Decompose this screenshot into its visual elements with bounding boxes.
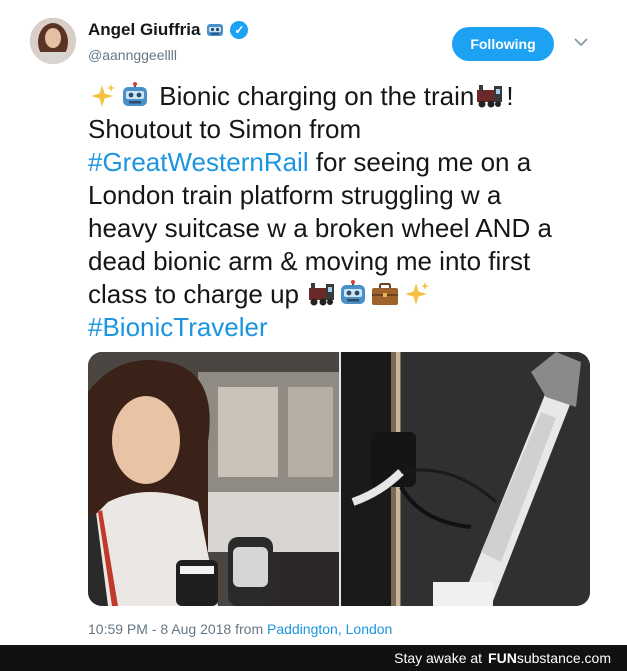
author-name[interactable]: Angel Giuffria bbox=[88, 20, 200, 40]
timestamp[interactable]: 10:59 PM - 8 Aug 2018 from bbox=[88, 621, 263, 637]
avatar[interactable] bbox=[30, 18, 76, 64]
sparkles-icon bbox=[402, 280, 432, 308]
verified-icon: ✓ bbox=[230, 21, 249, 39]
briefcase-icon bbox=[370, 280, 400, 308]
media-grid bbox=[88, 352, 590, 606]
watermark-brand-bold: FUN bbox=[488, 650, 517, 666]
author-name-row: Angel Giuffria ✓ bbox=[88, 20, 249, 40]
tweet-line-1-end: ! bbox=[506, 81, 514, 111]
location-link[interactable]: Paddington, London bbox=[267, 621, 392, 637]
chevron-down-icon[interactable] bbox=[572, 33, 590, 51]
tweet-line-6: dead bionic arm & moving me into first bbox=[88, 246, 531, 276]
tweet-line-3: for seeing me on a bbox=[308, 147, 532, 177]
hashtag-great-western-rail[interactable]: #GreatWesternRail bbox=[88, 147, 309, 177]
robot-icon bbox=[204, 20, 226, 40]
tweet-text: Bionic charging on the train ! Shoutout … bbox=[88, 80, 608, 344]
locomotive-icon bbox=[306, 280, 336, 308]
tweet-footer: 10:59 PM - 8 Aug 2018 from Paddington, L… bbox=[88, 621, 392, 637]
photo-bionic-arm[interactable] bbox=[341, 352, 590, 606]
sparkles-icon bbox=[88, 82, 118, 110]
robot-icon bbox=[120, 82, 150, 110]
tweet-line-7: class to charge up bbox=[88, 279, 300, 309]
author-handle[interactable]: @aannggeellll bbox=[88, 47, 177, 63]
following-button[interactable]: Following bbox=[452, 27, 554, 61]
tweet-card: Angel Giuffria ✓ @aannggeellll Following bbox=[0, 0, 627, 645]
locomotive-icon bbox=[474, 82, 504, 110]
photo-selfie-train[interactable] bbox=[88, 352, 339, 606]
watermark-brand: FUNsubstance.com bbox=[488, 650, 611, 666]
watermark-prefix: Stay awake at bbox=[394, 650, 483, 666]
tweet-line-1: Bionic charging on the train bbox=[159, 81, 475, 111]
watermark-brand-suffix: substance bbox=[516, 650, 581, 666]
watermark-domain: .com bbox=[580, 650, 611, 666]
tweet-line-4: London train platform struggling w a bbox=[88, 180, 502, 210]
tweet-line-5: heavy suitcase w a broken wheel AND a bbox=[88, 213, 552, 243]
watermark-banner: Stay awake at FUNsubstance.com bbox=[0, 645, 627, 671]
robot-icon bbox=[338, 280, 368, 308]
hashtag-bionic-traveler[interactable]: #BionicTraveler bbox=[88, 312, 268, 342]
tweet-line-2: Shoutout to Simon from bbox=[88, 114, 362, 144]
